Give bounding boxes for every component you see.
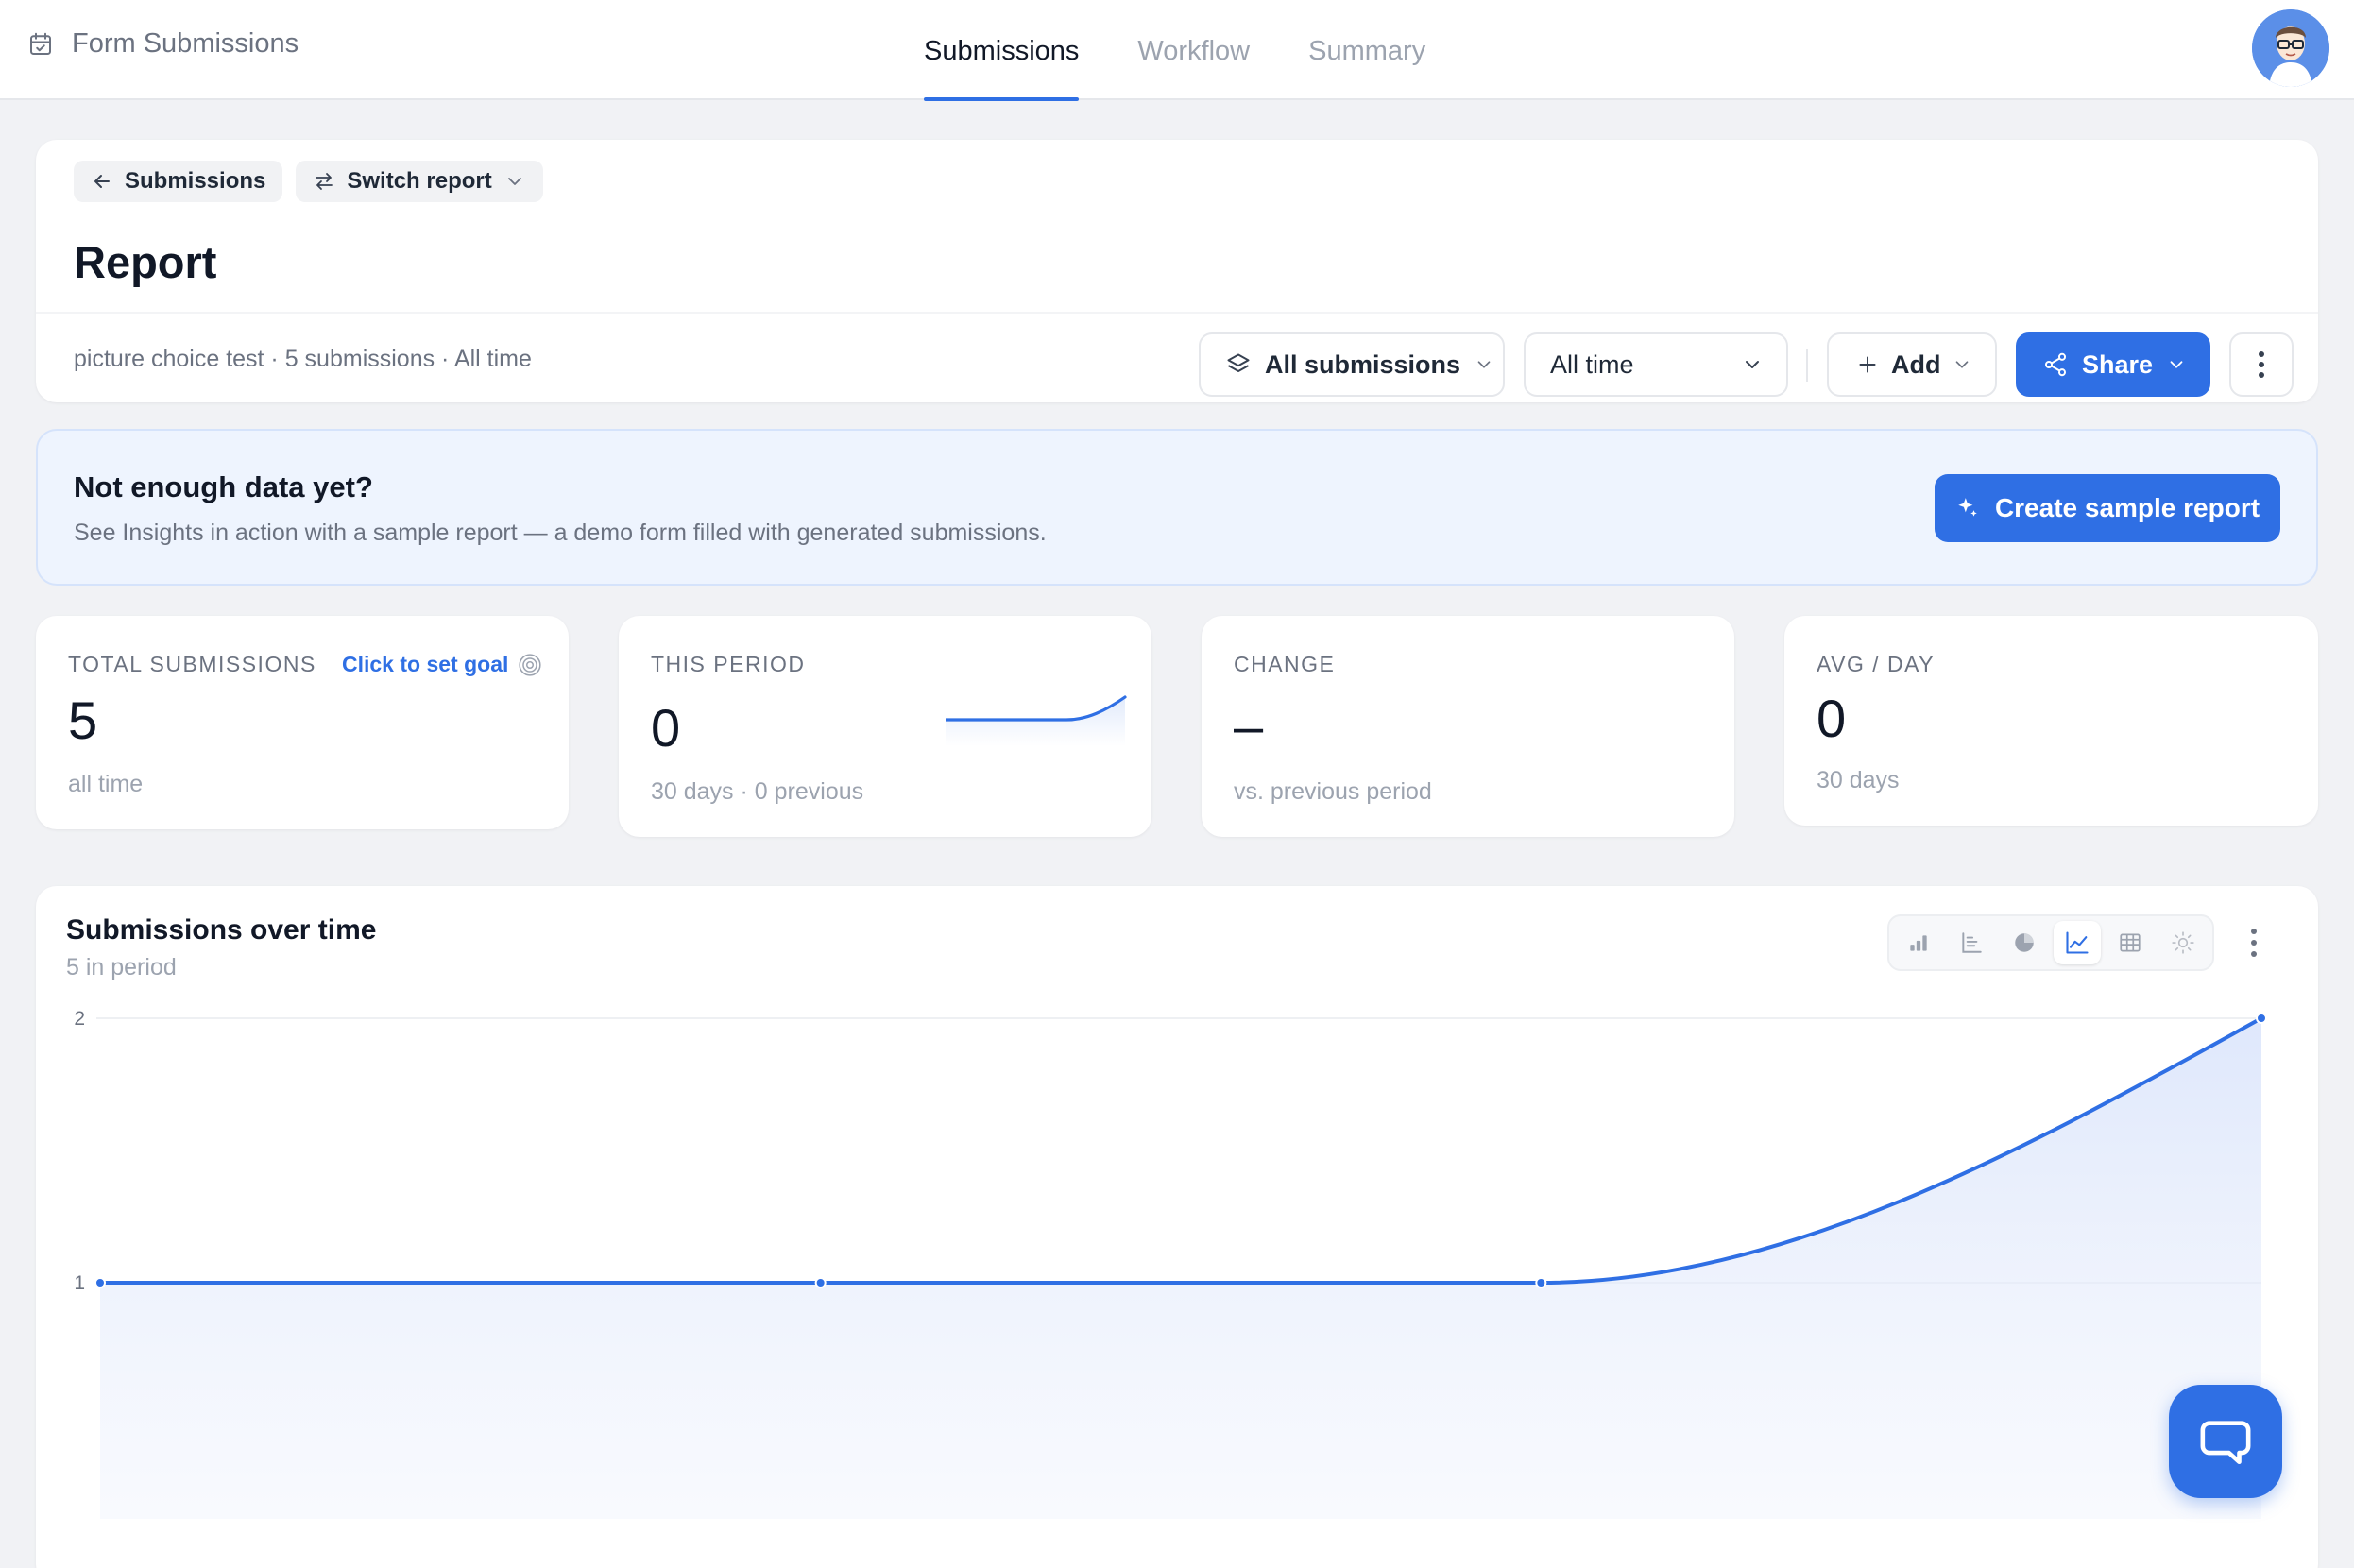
report-header-card: Submissions Switch report Report picture…: [36, 140, 2318, 402]
page-title: Report: [74, 237, 217, 287]
stat-label: CHANGE: [1234, 652, 1336, 676]
kebab-menu-icon: [2258, 350, 2265, 379]
stat-label: AVG / DAY: [1817, 652, 1936, 676]
tab-submissions[interactable]: Submissions: [924, 0, 1080, 101]
line-chart-icon[interactable]: [2054, 921, 2101, 964]
submissions-filter-select[interactable]: All submissions: [1199, 332, 1505, 397]
share-button[interactable]: Share: [2016, 332, 2210, 397]
sparkle-icon: [1955, 496, 1980, 520]
stat-value: –: [1234, 696, 1264, 756]
avg-per-day-card: AVG / DAY 0 30 days: [1784, 616, 2318, 826]
target-icon: [518, 653, 542, 677]
breadcrumb: Submissions Switch report: [74, 161, 543, 202]
banner-description: See Insights in action with a sample rep…: [74, 520, 1047, 546]
chat-support-button[interactable]: [2169, 1385, 2282, 1498]
line-chart: 012: [74, 1008, 2267, 1519]
more-options-button[interactable]: [2229, 332, 2294, 397]
this-period-card: THIS PERIOD 0 30 days · 0 previous: [619, 616, 1151, 837]
date-range-label: All time: [1550, 349, 1634, 379]
pie-chart-icon[interactable]: [2001, 921, 2048, 964]
sparkline: [946, 693, 1127, 746]
chevron-down-icon: [1741, 353, 1764, 376]
date-range-select[interactable]: All time: [1524, 332, 1788, 397]
total-submissions-card: TOTAL SUBMISSIONS Click to set goal 5 al…: [36, 616, 569, 829]
calendar-check-icon: [26, 30, 55, 59]
back-to-submissions-button[interactable]: Submissions: [74, 161, 283, 202]
report-meta-row: picture choice test · 5 submissions · Al…: [36, 312, 2318, 402]
bar-chart-icon[interactable]: [1895, 921, 1942, 964]
chart-type-switcher: [1887, 914, 2214, 971]
chart-title: Submissions over time: [66, 914, 377, 946]
switch-report-dropdown[interactable]: Switch report: [296, 161, 543, 202]
create-sample-label: Create sample report: [1994, 493, 2260, 522]
add-button[interactable]: Add: [1827, 332, 1997, 397]
chevron-down-icon: [1474, 354, 1494, 375]
y-tick-label: 1: [74, 1272, 85, 1294]
stat-value: 0: [651, 698, 681, 758]
avatar[interactable]: [2252, 9, 2329, 87]
chat-bubble-icon: [2198, 1414, 2253, 1469]
stat-label: THIS PERIOD: [651, 652, 806, 676]
stat-value: 0: [1817, 689, 1847, 748]
stat-sub: 30 days: [1817, 767, 1900, 793]
set-goal-link[interactable]: Click to set goal: [342, 652, 542, 677]
chart-more-button[interactable]: [2243, 926, 2265, 960]
report-meta: picture choice test · 5 submissions · Al…: [74, 346, 532, 372]
toolbar-divider: [1806, 349, 1808, 382]
switch-report-label: Switch report: [347, 168, 492, 194]
arrow-left-icon: [91, 170, 113, 193]
submissions-chart-card: Submissions over time 5 in period 1 2: [36, 886, 2318, 1568]
chart-subtitle: 5 in period: [66, 954, 177, 980]
sample-report-banner: Not enough data yet? See Insights in act…: [36, 429, 2318, 586]
chevron-down-icon: [1952, 354, 1972, 375]
banner-title: Not enough data yet?: [74, 470, 373, 503]
stat-sub: vs. previous period: [1234, 778, 1432, 805]
tab-workflow[interactable]: Workflow: [1137, 0, 1250, 100]
set-goal-label: Click to set goal: [342, 652, 509, 676]
data-point[interactable]: [814, 1277, 827, 1288]
tab-summary[interactable]: Summary: [1308, 0, 1425, 100]
stat-value: 5: [68, 690, 98, 750]
plus-icon: [1855, 352, 1880, 377]
stat-label: TOTAL SUBMISSIONS: [68, 652, 316, 676]
y-tick-label: 2: [74, 1008, 85, 1030]
layers-icon: [1225, 351, 1252, 378]
app-title: Form Submissions: [72, 28, 299, 59]
data-point[interactable]: [2256, 1013, 2267, 1024]
table-icon[interactable]: [2107, 921, 2154, 964]
back-label: Submissions: [125, 168, 266, 194]
main-tabs: Submissions Workflow Summary: [924, 0, 1425, 101]
app-brand: Form Submissions: [26, 28, 299, 60]
sun-icon[interactable]: [2159, 921, 2207, 964]
data-point[interactable]: [94, 1277, 106, 1288]
horizontal-bar-icon[interactable]: [1948, 921, 1995, 964]
stat-sub: all time: [68, 771, 144, 797]
share-icon: [2042, 351, 2069, 378]
stat-sub: 30 days · 0 previous: [651, 778, 864, 805]
filter-label: All submissions: [1265, 349, 1461, 379]
chevron-down-icon: [503, 170, 526, 193]
data-point[interactable]: [1535, 1277, 1547, 1288]
series-area: [100, 1018, 2261, 1519]
top-bar: Form Submissions Submissions Workflow Su…: [0, 0, 2354, 101]
add-label: Add: [1891, 349, 1941, 379]
change-card: CHANGE – vs. previous period: [1202, 616, 1734, 837]
create-sample-report-button[interactable]: Create sample report: [1935, 474, 2280, 542]
share-label: Share: [2082, 349, 2154, 379]
swap-arrows-icon: [313, 170, 335, 193]
chevron-down-icon: [2166, 354, 2187, 375]
